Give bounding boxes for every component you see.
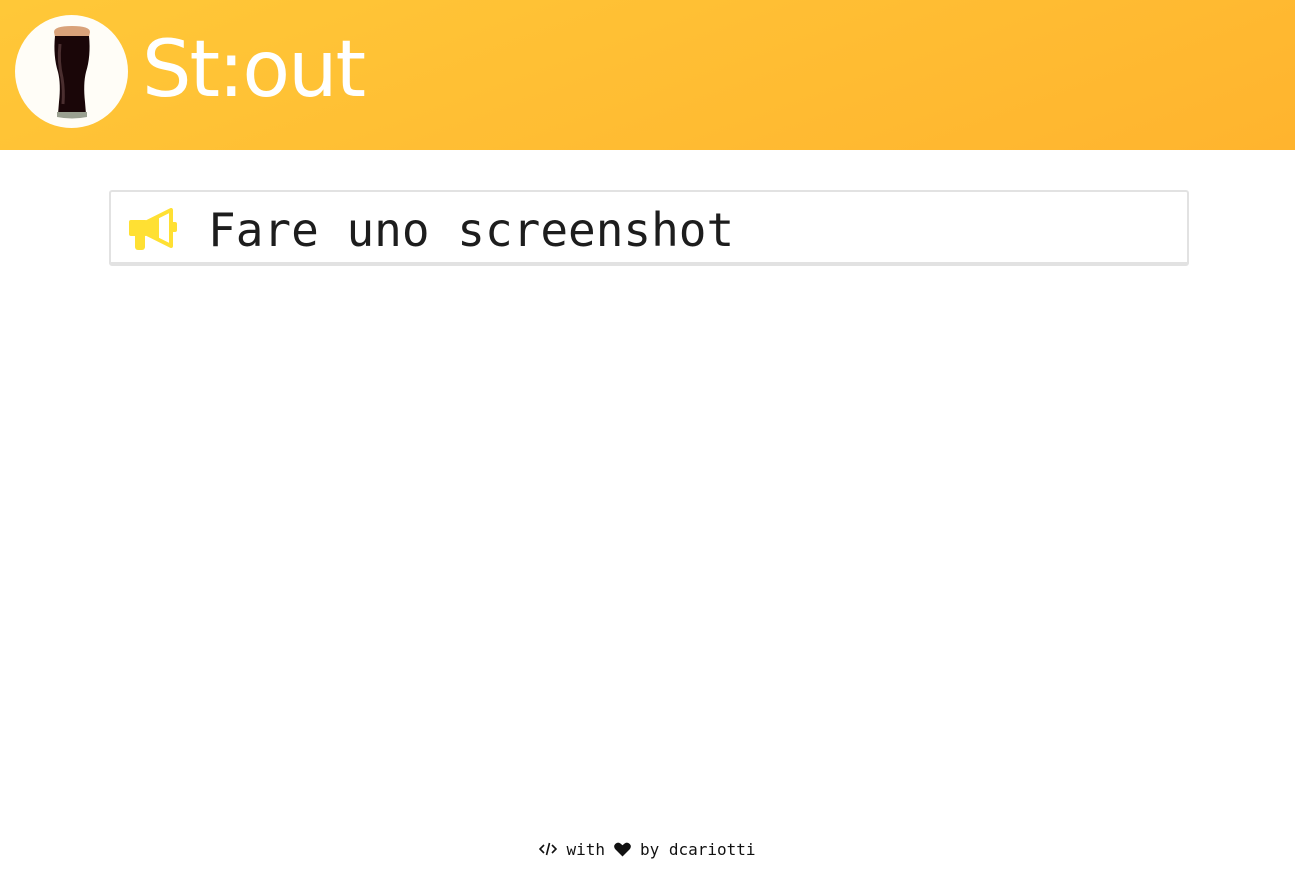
- megaphone-icon: [129, 208, 177, 250]
- logo[interactable]: [15, 15, 128, 128]
- app-header: St:out: [0, 0, 1295, 150]
- brand-title[interactable]: St:out: [142, 22, 366, 118]
- footer: with by dcariotti: [0, 836, 1295, 862]
- announcement-title: Fare uno screenshot: [208, 203, 735, 257]
- footer-with-text: with: [566, 839, 605, 859]
- heart-icon: [614, 842, 631, 857]
- code-icon: [539, 841, 558, 857]
- announcement-box: Fare uno screenshot: [109, 190, 1189, 266]
- footer-author-link[interactable]: by dcariotti: [640, 840, 756, 859]
- stout-pint-glass-icon: [53, 25, 90, 118]
